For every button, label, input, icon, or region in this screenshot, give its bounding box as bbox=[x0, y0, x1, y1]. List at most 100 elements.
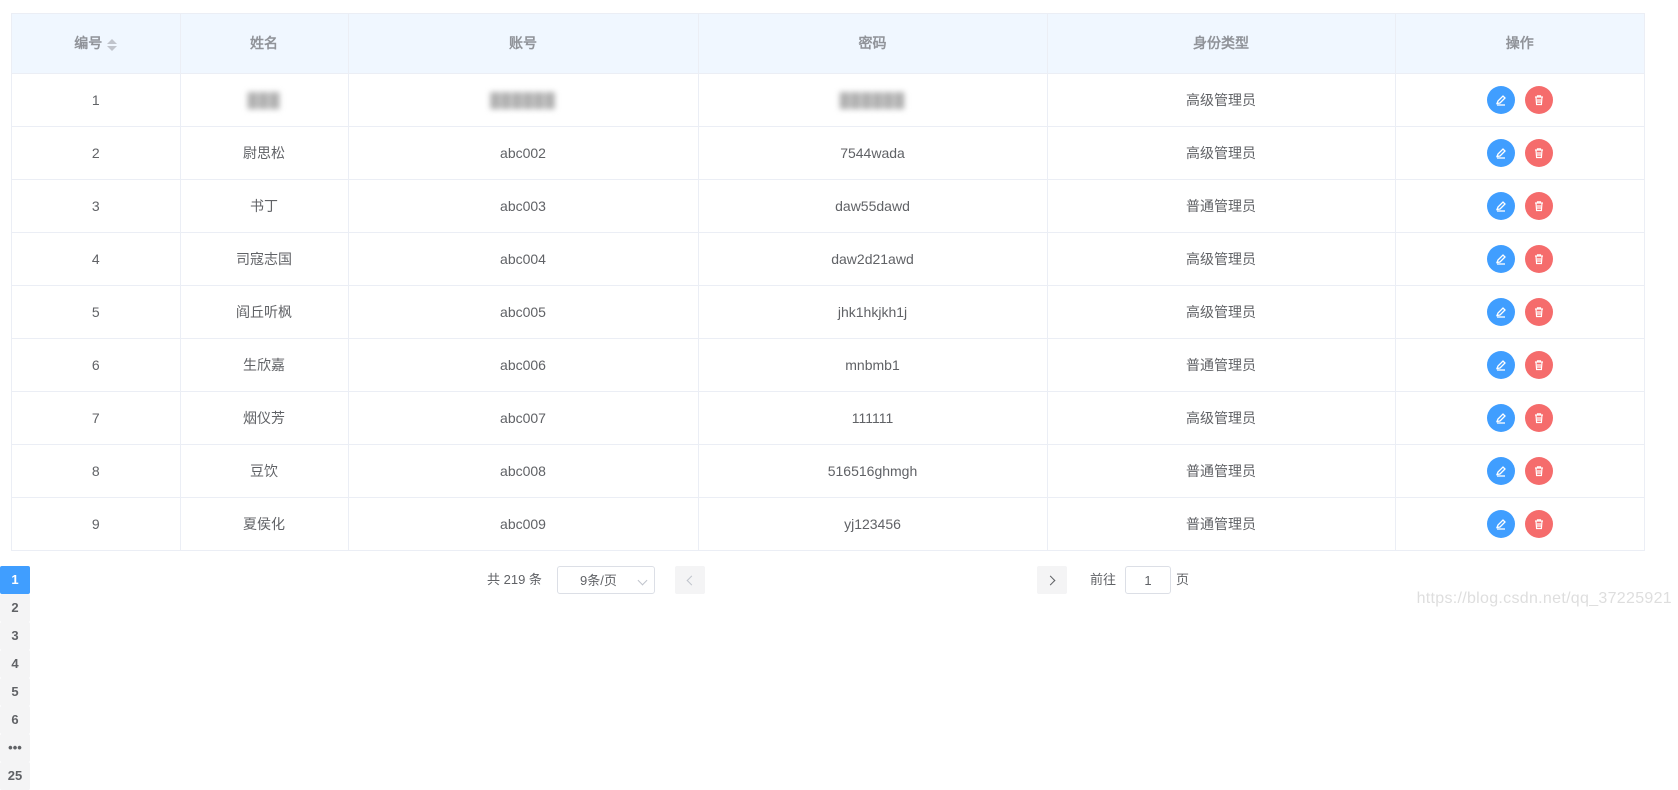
delete-icon bbox=[1533, 359, 1545, 371]
cell-role: 高级管理员 bbox=[1047, 73, 1396, 127]
table-row: 2 尉思松 abc002 7544wada 高级管理员 bbox=[12, 126, 1644, 180]
page-button[interactable]: 5 bbox=[0, 678, 30, 706]
delete-icon bbox=[1533, 518, 1545, 530]
cell-role: 高级管理员 bbox=[1047, 232, 1396, 286]
cell-account: ██████ bbox=[348, 73, 699, 127]
cell-actions bbox=[1395, 444, 1644, 498]
admin-table: 编号 姓名 账号 密码 身份类型 操作 1 ███ ██████ ██████ 高级管理… bbox=[11, 13, 1645, 551]
delete-button[interactable] bbox=[1524, 403, 1553, 432]
watermark: https://blog.csdn.net/qq_37225921 bbox=[1416, 590, 1672, 607]
page-size-value: 9条/页 bbox=[580, 573, 617, 588]
page-button[interactable]: 6 bbox=[0, 706, 30, 734]
cell-role: 普通管理员 bbox=[1047, 497, 1396, 551]
delete-button[interactable] bbox=[1524, 350, 1553, 379]
cell-role: 高级管理员 bbox=[1047, 126, 1396, 180]
cell-account: abc005 bbox=[348, 285, 699, 339]
delete-icon bbox=[1533, 253, 1545, 265]
delete-icon bbox=[1533, 147, 1545, 159]
header-name: 姓名 bbox=[180, 14, 349, 74]
table-row: 9 夏侯化 abc009 yj123456 普通管理员 bbox=[12, 497, 1644, 551]
prev-page-button[interactable] bbox=[675, 566, 705, 594]
password-text: 111111 bbox=[851, 409, 894, 426]
cell-account: abc002 bbox=[348, 126, 699, 180]
page-ellipsis-button[interactable]: ••• bbox=[0, 734, 30, 762]
delete-icon bbox=[1533, 200, 1545, 212]
sort-icon[interactable] bbox=[107, 38, 118, 52]
goto-page-input[interactable]: 1 bbox=[1125, 566, 1171, 594]
edit-button[interactable] bbox=[1486, 85, 1515, 114]
table-header-row: 编号 姓名 账号 密码 身份类型 操作 bbox=[12, 14, 1644, 74]
password-text: daw2d21awd bbox=[831, 250, 914, 267]
table-row: 8 豆饮 abc008 516516ghmgh 普通管理员 bbox=[12, 444, 1644, 498]
table-body: 1 ███ ██████ ██████ 高级管理员 2 尉思松 abc002 7544wada 高… bbox=[12, 73, 1644, 551]
edit-button[interactable] bbox=[1486, 297, 1515, 326]
cell-name: 豆饮 bbox=[180, 444, 349, 498]
edit-icon bbox=[1495, 306, 1507, 318]
total-count: 共 219 条 bbox=[487, 572, 542, 587]
delete-button[interactable] bbox=[1524, 244, 1553, 273]
table-row: 5 阎丘听枫 abc005 jhk1hkjkh1j 高级管理员 bbox=[12, 285, 1644, 339]
cell-account: abc008 bbox=[348, 444, 699, 498]
header-id-label: 编号 bbox=[74, 35, 103, 52]
delete-button[interactable] bbox=[1524, 509, 1553, 538]
account-text: abc009 bbox=[500, 515, 546, 532]
edit-button[interactable] bbox=[1486, 403, 1515, 432]
table-row: 4 司寇志国 abc004 daw2d21awd 高级管理员 bbox=[12, 232, 1644, 286]
cell-actions bbox=[1395, 338, 1644, 392]
cell-account: abc007 bbox=[348, 391, 699, 445]
delete-button[interactable] bbox=[1524, 138, 1553, 167]
password-text: yj123456 bbox=[844, 515, 901, 532]
cell-role: 普通管理员 bbox=[1047, 444, 1396, 498]
delete-button[interactable] bbox=[1524, 297, 1553, 326]
cell-name: 夏侯化 bbox=[180, 497, 349, 551]
cell-password: daw55dawd bbox=[698, 179, 1048, 233]
account-text: abc006 bbox=[500, 356, 546, 373]
name-text: 司寇志国 bbox=[236, 250, 292, 267]
edit-icon bbox=[1495, 412, 1507, 424]
table-row: 6 生欣嘉 abc006 mnbmb1 普通管理员 bbox=[12, 338, 1644, 392]
page-button[interactable]: 4 bbox=[0, 650, 30, 678]
chevron-down-icon bbox=[637, 575, 648, 586]
cell-password: ██████ bbox=[698, 73, 1048, 127]
header-account: 账号 bbox=[348, 14, 699, 74]
delete-button[interactable] bbox=[1524, 85, 1553, 114]
cell-id: 6 bbox=[12, 338, 181, 392]
next-page-button[interactable] bbox=[1037, 566, 1067, 594]
cell-name: 书丁 bbox=[180, 179, 349, 233]
account-text: abc004 bbox=[500, 250, 546, 267]
edit-icon bbox=[1495, 518, 1507, 530]
page-button[interactable]: 1 bbox=[0, 566, 30, 594]
edit-button[interactable] bbox=[1486, 191, 1515, 220]
cell-role: 普通管理员 bbox=[1047, 338, 1396, 392]
delete-icon bbox=[1533, 465, 1545, 477]
header-password: 密码 bbox=[698, 14, 1048, 74]
edit-button[interactable] bbox=[1486, 509, 1515, 538]
delete-button[interactable] bbox=[1524, 456, 1553, 485]
cell-role: 高级管理员 bbox=[1047, 391, 1396, 445]
page-button[interactable]: 25 bbox=[0, 762, 30, 790]
delete-icon bbox=[1533, 94, 1545, 106]
edit-icon bbox=[1495, 200, 1507, 212]
cell-id: 5 bbox=[12, 285, 181, 339]
table-row: 1 ███ ██████ ██████ 高级管理员 bbox=[12, 73, 1644, 127]
edit-icon bbox=[1495, 359, 1507, 371]
delete-button[interactable] bbox=[1524, 191, 1553, 220]
cell-id: 4 bbox=[12, 232, 181, 286]
edit-button[interactable] bbox=[1486, 456, 1515, 485]
page-size-select[interactable]: 9条/页 bbox=[557, 566, 655, 594]
cell-actions bbox=[1395, 232, 1644, 286]
cell-name: 司寇志国 bbox=[180, 232, 349, 286]
cell-password: 7544wada bbox=[698, 126, 1048, 180]
header-id[interactable]: 编号 bbox=[12, 14, 181, 74]
cell-name: ███ bbox=[180, 73, 349, 127]
page-button[interactable]: 2 bbox=[0, 594, 30, 622]
edit-button[interactable] bbox=[1486, 350, 1515, 379]
edit-button[interactable] bbox=[1486, 244, 1515, 273]
cell-account: abc009 bbox=[348, 497, 699, 551]
cell-password: 111111 bbox=[698, 391, 1048, 445]
page-button[interactable]: 3 bbox=[0, 622, 30, 650]
cell-actions bbox=[1395, 179, 1644, 233]
password-text: ██████ bbox=[839, 91, 906, 108]
edit-button[interactable] bbox=[1486, 138, 1515, 167]
account-text: abc005 bbox=[500, 303, 546, 320]
